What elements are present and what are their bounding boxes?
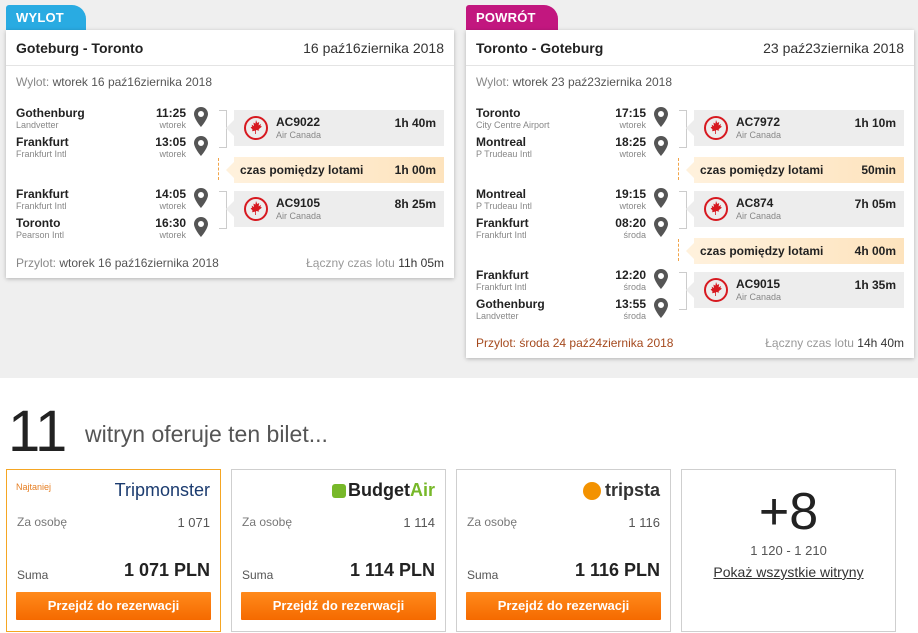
return-layover: czas pomiędzy lotami 50min bbox=[686, 157, 904, 183]
return-route: Toronto - Goteburg bbox=[476, 40, 604, 56]
more-sites-card: +8 1 120 - 1 210 Pokaż wszystkie witryny bbox=[681, 469, 896, 632]
return-tag: POWRÓT bbox=[466, 5, 558, 31]
offers-count: 11 bbox=[8, 399, 67, 464]
outbound-tag: WYLOT bbox=[6, 5, 86, 31]
book-button[interactable]: Przejdź do rezerwacji bbox=[16, 592, 211, 620]
plane-icon bbox=[331, 484, 346, 498]
return-date: 23 paź23ziernika 2018 bbox=[763, 40, 904, 56]
outbound-header: Goteburg - Toronto 16 paź16ziernika 2018 bbox=[6, 30, 454, 66]
return-header: Toronto - Goteburg 23 paź23ziernika 2018 bbox=[466, 30, 914, 66]
outbound-stop: Frankfurt Frankfurt Intl 13:05 wtorek bbox=[16, 135, 216, 161]
layover-divider bbox=[678, 239, 679, 261]
show-all-sites-link[interactable]: Pokaż wszystkie witryny bbox=[682, 564, 895, 580]
offer-card-tripmonster: Najtaniej Tripmonster Za osobę 1 071 Sum… bbox=[6, 469, 221, 632]
per-person-price: 1 114 bbox=[403, 515, 435, 530]
return-stop: Frankfurt Frankfurt Intl 08:20 środa bbox=[476, 216, 676, 242]
return-stop: Toronto City Centre Airport 17:15 wtorek bbox=[476, 106, 676, 132]
return-flight: AC7972 Air Canada 1h 10m bbox=[686, 110, 904, 146]
more-sites-count: +8 bbox=[758, 483, 819, 541]
map-pin-icon bbox=[654, 188, 668, 208]
outbound-route: Goteburg - Toronto bbox=[16, 40, 144, 56]
layover-divider bbox=[218, 158, 219, 180]
map-pin-icon bbox=[194, 188, 208, 208]
map-pin-icon bbox=[654, 298, 668, 318]
total-price: 1 114 PLN bbox=[349, 560, 435, 580]
return-arrival-info: Przylot: środa 24 paź24ziernika 2018 bbox=[476, 336, 674, 350]
return-total-time: Łączny czas lotu 14h 40m bbox=[765, 336, 904, 350]
map-pin-icon bbox=[654, 217, 668, 237]
offer-card-tripsta: tripsta Za osobę 1 116 Suma 1 116 PLN Pr… bbox=[456, 469, 671, 632]
maple-leaf-icon bbox=[244, 197, 268, 221]
cheapest-badge: Najtaniej bbox=[16, 482, 52, 492]
per-person-price: 1 071 bbox=[177, 515, 210, 530]
more-sites-price-range: 1 120 - 1 210 bbox=[750, 543, 827, 558]
tripsta-icon bbox=[582, 482, 601, 500]
total-price: 1 071 PLN bbox=[123, 560, 210, 580]
return-stop: Montreal P Trudeau Intl 19:15 wtorek bbox=[476, 187, 676, 213]
book-button[interactable]: Przejdź do rezerwacji bbox=[241, 592, 436, 620]
return-stop: Frankfurt Frankfurt Intl 12:20 środa bbox=[476, 268, 676, 294]
map-pin-icon bbox=[654, 107, 668, 127]
return-flight: AC9015 Air Canada 1h 35m bbox=[686, 272, 904, 308]
return-card: Toronto - Goteburg 23 paź23ziernika 2018… bbox=[466, 30, 914, 358]
layover-divider bbox=[678, 158, 679, 180]
map-pin-icon bbox=[194, 107, 208, 127]
offer-card-budgetair: BudgetAir Za osobę 1 114 Suma 1 114 PLN … bbox=[231, 469, 446, 632]
offers-count-label: witryn oferuje ten bilet... bbox=[85, 421, 328, 447]
maple-leaf-icon bbox=[704, 278, 728, 302]
budgetair-logo: BudgetAir bbox=[331, 480, 435, 504]
map-pin-icon bbox=[654, 269, 668, 289]
total-price: 1 116 PLN bbox=[574, 560, 660, 580]
outbound-flight: AC9105 Air Canada 8h 25m bbox=[226, 191, 444, 227]
tripmonster-logo: Tripmonster bbox=[114, 480, 210, 500]
return-layover: czas pomiędzy lotami 4h 00m bbox=[686, 238, 904, 264]
outbound-arrival-info: Przylot: wtorek 16 paź16ziernika 2018 bbox=[16, 256, 219, 270]
return-stop: Gothenburg Landvetter 13:55 środa bbox=[476, 297, 676, 323]
map-pin-icon bbox=[194, 217, 208, 237]
book-button[interactable]: Przejdź do rezerwacji bbox=[466, 592, 661, 620]
return-stop: Montreal P Trudeau Intl 18:25 wtorek bbox=[476, 135, 676, 161]
outbound-departure-info: Wylot: wtorek 16 paź16ziernika 2018 bbox=[16, 75, 213, 89]
outbound-total-time: Łączny czas lotu 11h 05m bbox=[306, 256, 444, 270]
maple-leaf-icon bbox=[704, 116, 728, 140]
outbound-stop: Frankfurt Frankfurt Intl 14:05 wtorek bbox=[16, 187, 216, 213]
maple-leaf-icon bbox=[704, 197, 728, 221]
outbound-date: 16 paź16ziernika 2018 bbox=[303, 40, 444, 56]
outbound-card: Goteburg - Toronto 16 paź16ziernika 2018… bbox=[6, 30, 454, 278]
outbound-stop: Toronto Pearson Intl 16:30 wtorek bbox=[16, 216, 216, 242]
outbound-flight: AC9022 Air Canada 1h 40m bbox=[226, 110, 444, 146]
per-person-price: 1 116 bbox=[628, 515, 660, 530]
tripsta-logo: tripsta bbox=[582, 480, 660, 504]
return-departure-info: Wylot: wtorek 23 paź23ziernika 2018 bbox=[476, 75, 673, 89]
map-pin-icon bbox=[194, 136, 208, 156]
outbound-layover: czas pomiędzy lotami 1h 00m bbox=[226, 157, 444, 183]
map-pin-icon bbox=[654, 136, 668, 156]
return-flight: AC874 Air Canada 7h 05m bbox=[686, 191, 904, 227]
maple-leaf-icon bbox=[244, 116, 268, 140]
outbound-stop: Gothenburg Landvetter 11:25 wtorek bbox=[16, 106, 216, 132]
